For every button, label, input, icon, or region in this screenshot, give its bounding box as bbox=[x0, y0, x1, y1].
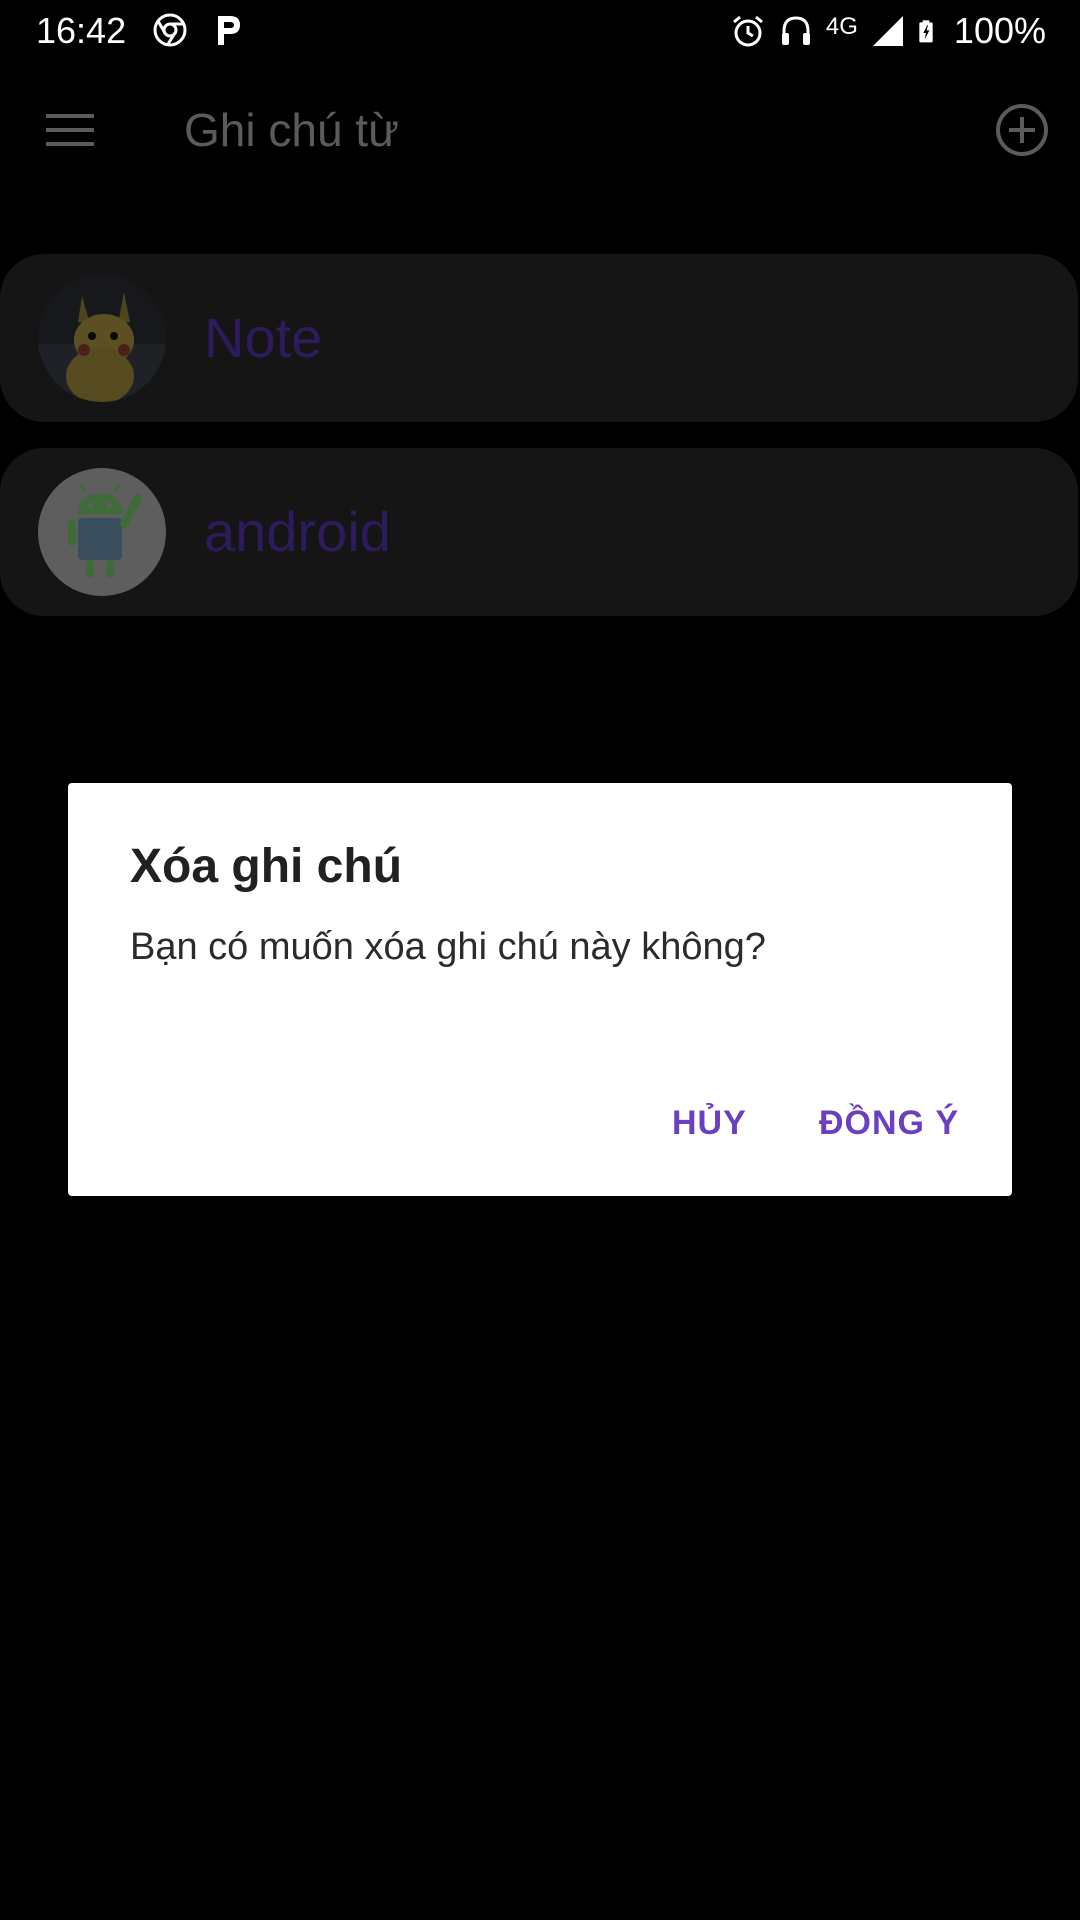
note-title: Note bbox=[204, 306, 323, 369]
chrome-icon bbox=[153, 13, 187, 47]
screen: 16:42 4G 100% Ghi chú từ Note android Xó… bbox=[0, 0, 1080, 1920]
signal-icon bbox=[872, 16, 903, 46]
app-bar: Ghi chú từ bbox=[0, 62, 1080, 204]
headset-icon bbox=[781, 16, 810, 45]
battery-icon bbox=[919, 20, 933, 43]
pikachu-avatar bbox=[38, 274, 166, 402]
cancel-button[interactable]: HỦY bbox=[662, 1093, 757, 1153]
delete-dialog: Xóa ghi chú Bạn có muốn xóa ghi chú này … bbox=[68, 783, 1012, 1196]
network-type: 4G bbox=[825, 13, 858, 40]
dialog-message: Bạn có muốn xóa ghi chú này không? bbox=[130, 926, 766, 968]
battery-level: 100% bbox=[953, 10, 1046, 51]
note-title: android bbox=[204, 500, 391, 563]
status-right-group: 4G 100% bbox=[730, 8, 1046, 54]
dialog-title: Xóa ghi chú bbox=[130, 840, 403, 893]
alarm-icon bbox=[732, 15, 763, 47]
confirm-button[interactable]: ĐỒNG Ý bbox=[809, 1093, 969, 1153]
app-title: Ghi chú từ bbox=[184, 104, 399, 156]
p-icon bbox=[218, 16, 240, 45]
status-bar: 16:42 4G 100% bbox=[0, 0, 1080, 62]
status-time: 16:42 bbox=[36, 10, 127, 51]
note-item[interactable]: Note bbox=[0, 254, 1078, 422]
menu-icon[interactable] bbox=[44, 110, 96, 150]
add-circle-icon[interactable] bbox=[994, 102, 1050, 158]
android-avatar bbox=[38, 468, 166, 596]
note-item[interactable]: android bbox=[0, 448, 1078, 616]
